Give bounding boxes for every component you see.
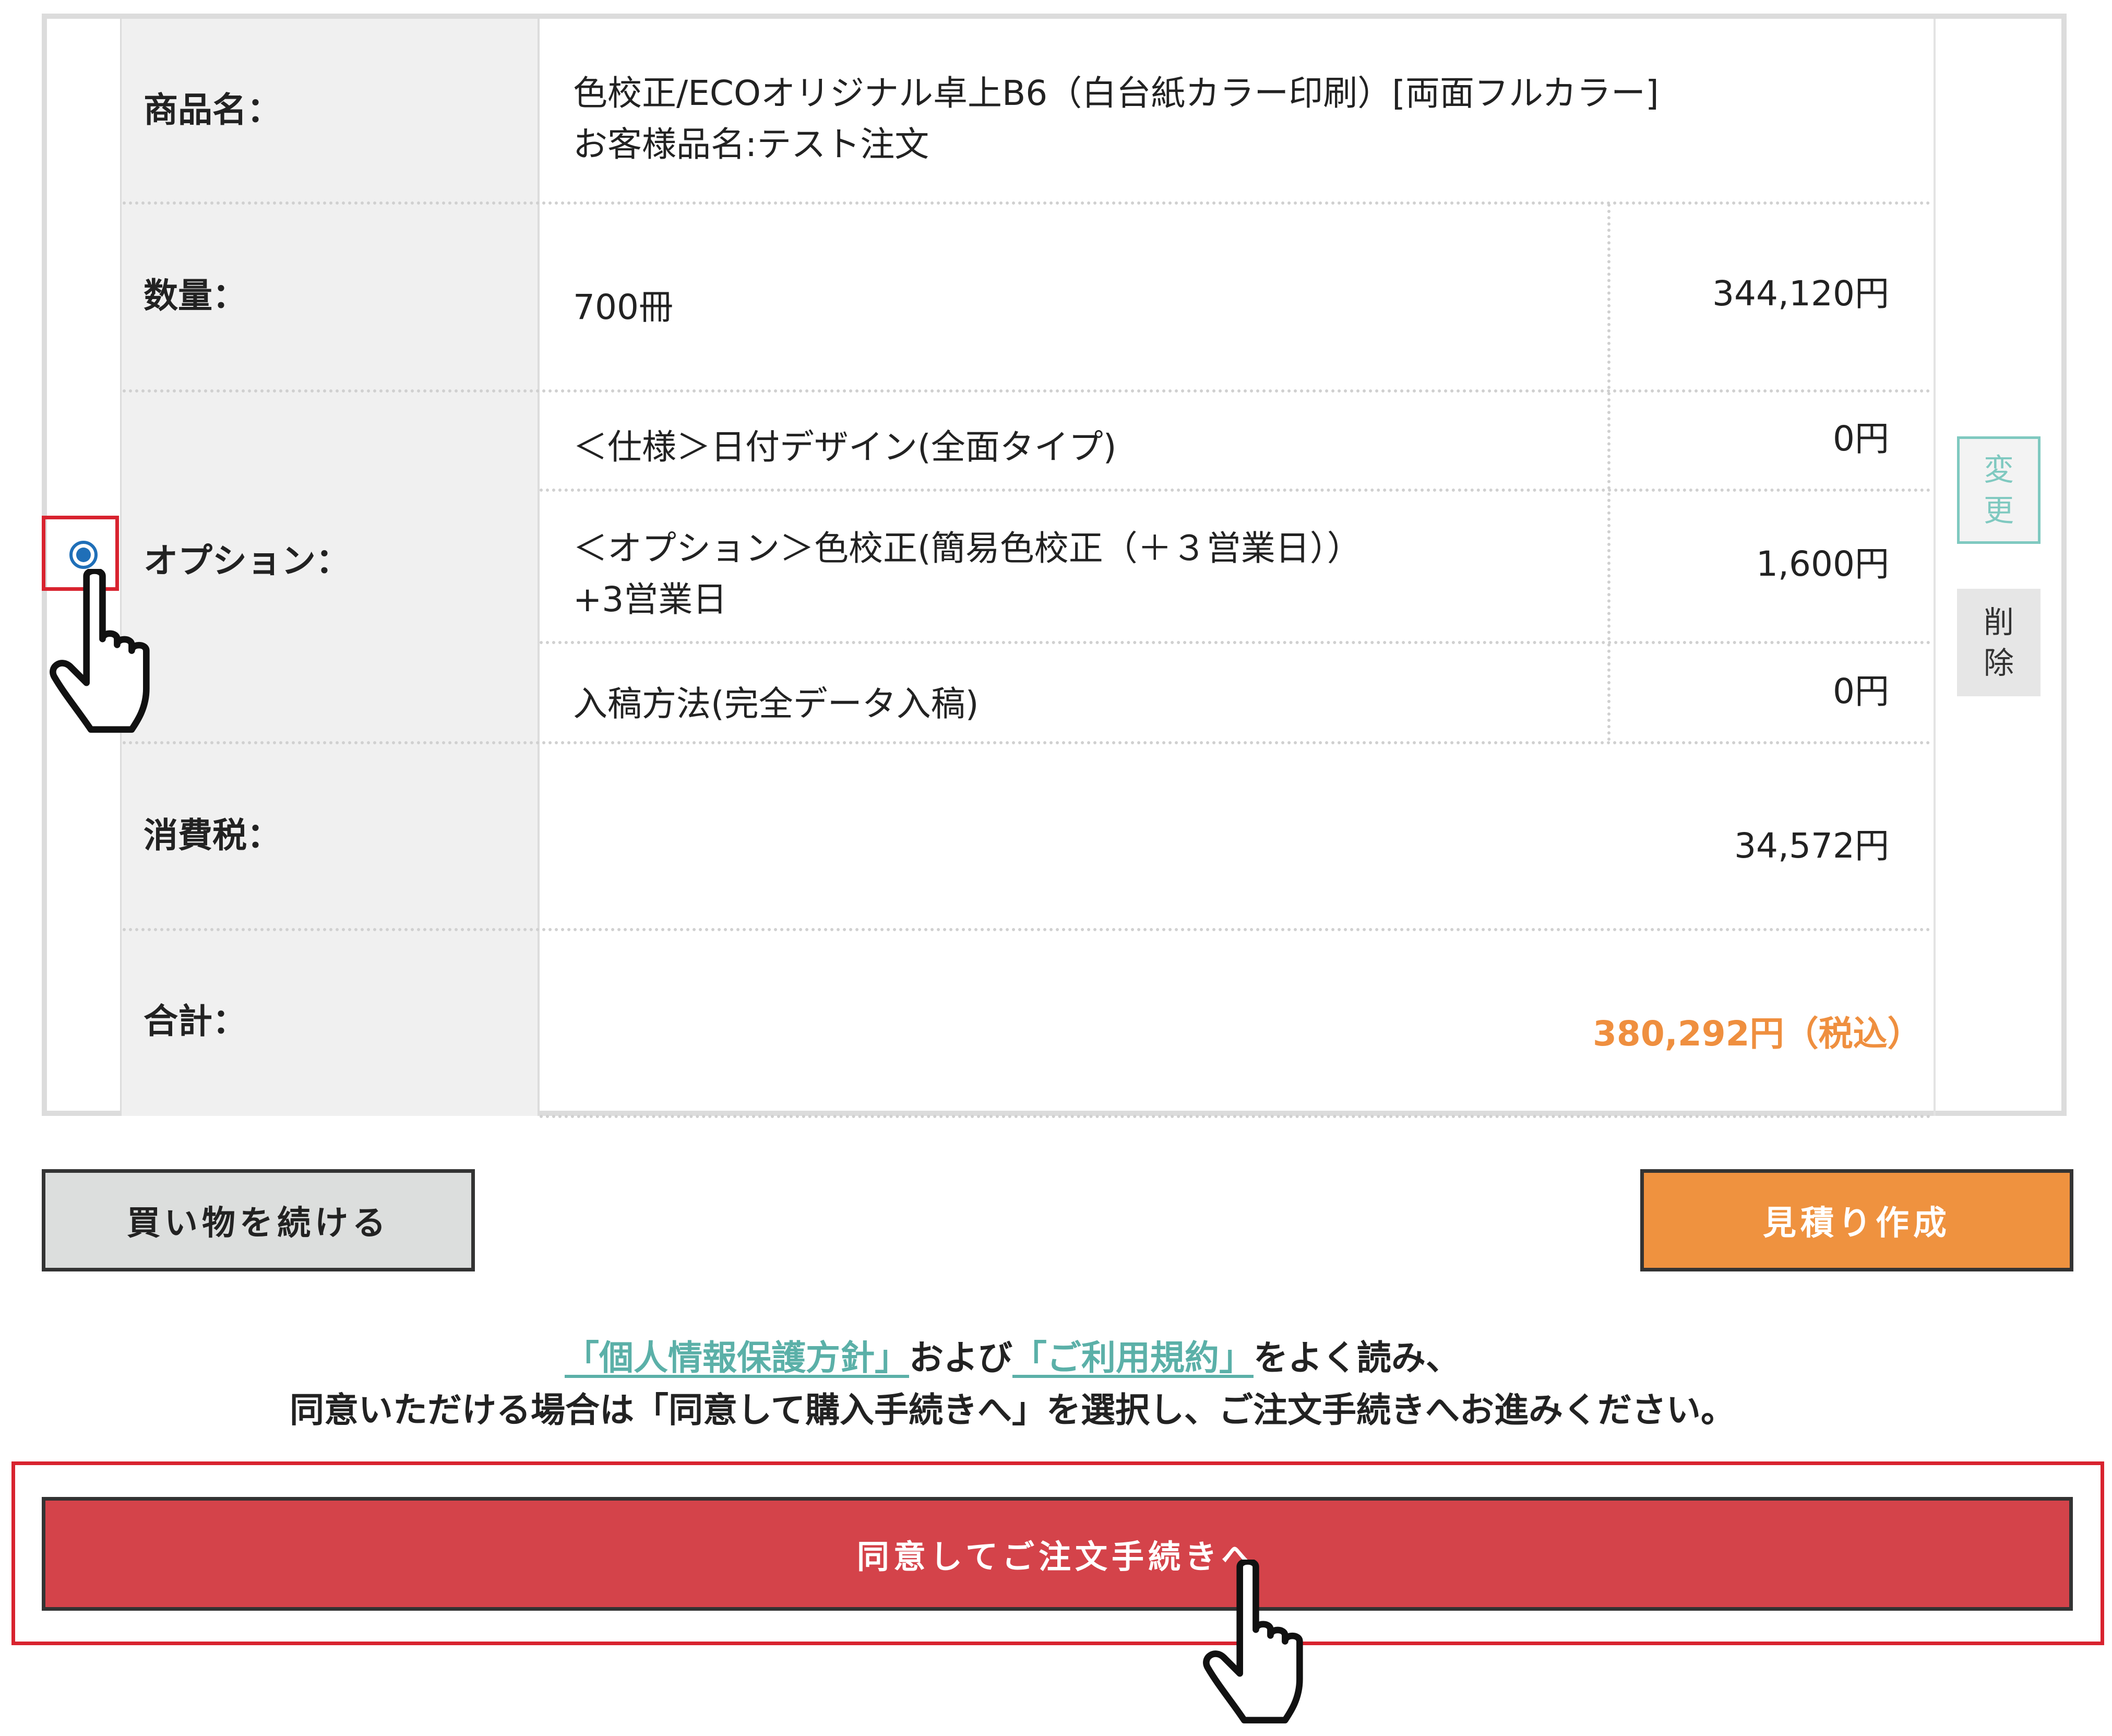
option-item-3: 入稿方法(完全データ入稿): [573, 684, 979, 724]
hand-cursor-icon: [1203, 1560, 1303, 1723]
product-name-line2: お客様品名:テスト注文: [573, 124, 929, 164]
option-item-2-note: +3営業日: [573, 579, 727, 620]
column-divider: [1934, 19, 1936, 1116]
agreement-notice-line2: 同意いただける場合は「同意して購入手続きへ」を選択し、ご注文手続きへお進みくださ…: [289, 1390, 1736, 1430]
privacy-policy-link[interactable]: 「個人情報保護方針」: [565, 1338, 909, 1378]
option-item-1-price: 0円: [1833, 419, 1889, 459]
row-divider: [123, 201, 1931, 205]
quantity-price: 344,120円: [1712, 274, 1889, 314]
row-divider: [540, 641, 1931, 644]
price-divider: [1607, 204, 1610, 741]
delete-char: 除: [1983, 645, 2014, 681]
row-divider: [540, 489, 1931, 492]
delete-button[interactable]: 削 除: [1957, 589, 2041, 696]
notice-read: をよく読み、: [1254, 1338, 1460, 1378]
tax-label: 消費税：: [144, 815, 281, 855]
notice-and: および: [909, 1338, 1012, 1378]
product-name-line1: 色校正/ECOオリジナル卓上B6（白台紙カラー印刷）[両面フルカラー]: [573, 73, 1659, 113]
quantity-value: 700冊: [573, 287, 673, 327]
delete-char: 削: [1983, 604, 2014, 640]
quantity-label: 数量：: [144, 276, 247, 316]
row-divider: [540, 1115, 1931, 1118]
agree-and-checkout-button[interactable]: 同意してご注文手続きへ: [42, 1497, 2073, 1611]
agreement-notice-line1: 「個人情報保護方針」および「ご利用規約」をよく読み、: [0, 1330, 2025, 1380]
terms-link[interactable]: 「ご利用規約」: [1012, 1338, 1254, 1378]
create-estimate-button[interactable]: 見積り作成: [1640, 1169, 2073, 1271]
option-item-3-price: 0円: [1833, 671, 1889, 711]
row-divider: [123, 928, 1931, 931]
change-button[interactable]: 変 更: [1957, 436, 2041, 544]
change-char: 変: [1983, 452, 2014, 487]
row-divider: [123, 741, 1931, 744]
total-label: 合計：: [144, 1001, 247, 1041]
option-item-2: ＜オプション＞色校正(簡易色校正（＋３営業日））: [573, 528, 1362, 568]
product-name-label: 商品名：: [144, 90, 281, 130]
continue-shopping-button[interactable]: 買い物を続ける: [42, 1169, 475, 1271]
radio-dot: [76, 548, 91, 562]
hand-cursor-icon: [50, 569, 150, 733]
option-item-2-price: 1,600円: [1756, 544, 1889, 584]
row-divider: [123, 389, 1931, 393]
tax-price: 34,572円: [1734, 826, 1889, 866]
option-item-1: ＜仕様＞日付デザイン(全面タイプ): [573, 427, 1117, 467]
column-divider: [120, 19, 122, 1116]
column-divider: [538, 19, 540, 1116]
change-char: 更: [1983, 493, 2014, 528]
total-price: 380,292円（税込）: [1593, 1014, 1922, 1054]
